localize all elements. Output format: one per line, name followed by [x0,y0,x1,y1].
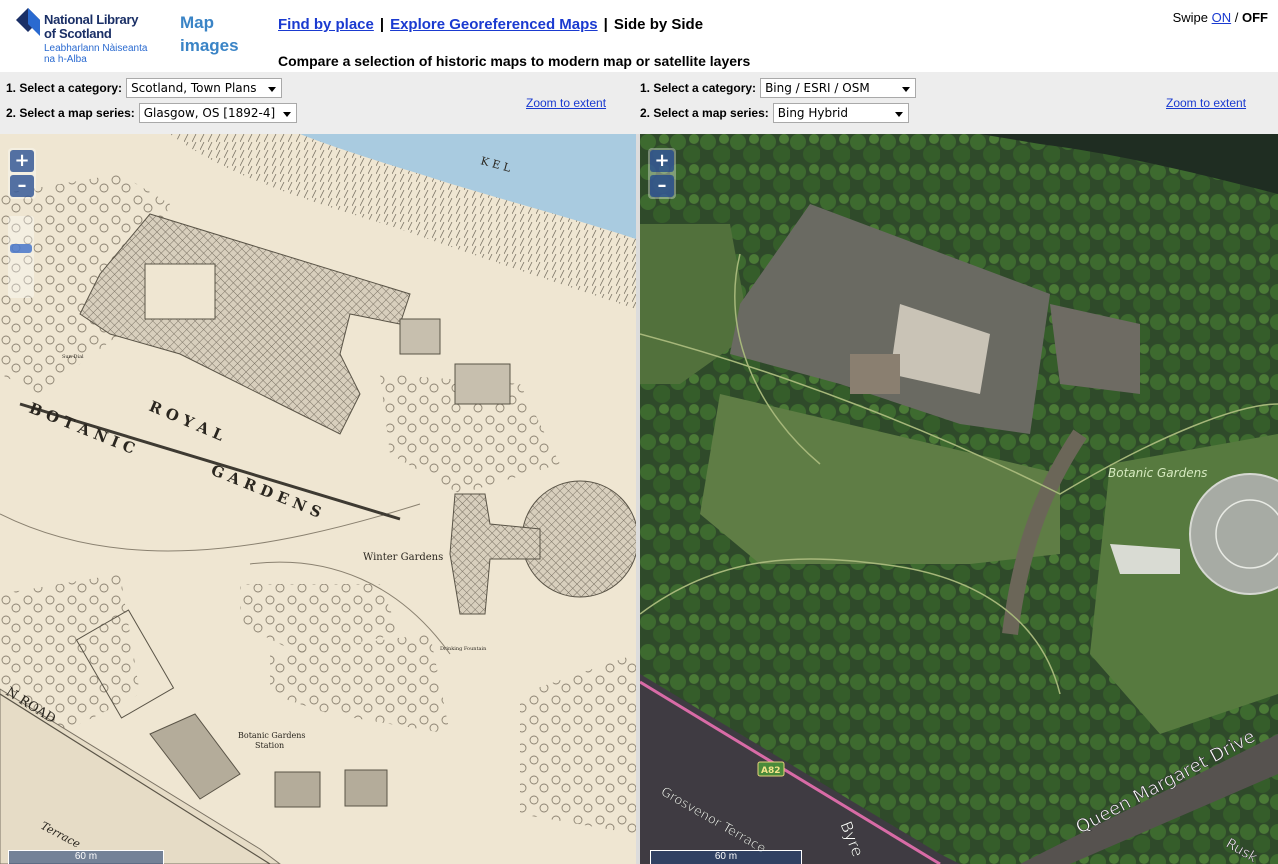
botanic-gardens-label: Botanic Gardens [1108,466,1207,480]
nav-separator: | [379,16,385,33]
swipe-toggle: Swipe ON / OFF [1173,10,1268,25]
swipe-label: Swipe [1172,10,1208,25]
top-navigation: Find by place | Explore Georeferenced Maps… [278,16,703,33]
right-zoom-in-button[interactable]: + [650,150,674,172]
dropdown-arrow-icon [894,112,903,117]
historic-map-viewer[interactable]: R O Y A L B O T A N I C G A R D E N S Wi… [0,134,636,864]
map-images-title-line-1: Map [180,13,214,32]
right-series-row: 2. Select a map series: Bing Hybrid [640,103,909,123]
controls-bar: 1. Select a category: Scotland, Town Pla… [0,72,1278,134]
left-zoom-out-button[interactable]: – [10,175,34,197]
map-images-title[interactable]: Map images [180,11,260,57]
logo-line-2: of Scotland [44,26,112,41]
left-zoom-to-extent-link[interactable]: Zoom to extent [526,96,606,110]
building [399,318,441,355]
right-category-label: 1. Select a category: [640,81,757,95]
modern-map-viewer[interactable]: Botanic Gardens Queen Margaret Drive Gro… [640,134,1278,864]
swipe-on-link[interactable]: ON [1212,10,1232,25]
dropdown-arrow-icon [268,87,277,92]
header: National Library of Scotland Leabharlann… [0,0,1278,72]
nls-logo[interactable]: National Library of Scotland Leabharlann… [14,6,154,66]
station-label-line-1: Botanic Gardens [238,731,306,740]
logo-line-1: National Library [44,12,139,27]
nls-logo-icon [16,8,40,36]
logo-line-3: Leabharlann Nàiseanta [44,43,148,54]
building [344,769,388,807]
right-zoom-out-button[interactable]: – [650,175,674,197]
glasshouse-roof [850,354,900,394]
dropdown-arrow-icon [902,87,911,92]
historic-map-canvas[interactable]: R O Y A L B O T A N I C G A R D E N S Wi… [0,134,636,864]
right-series-label: 2. Select a map series: [640,106,769,120]
winter-gardens-wing [1110,544,1180,574]
dropdown-arrow-icon [282,112,291,117]
right-zoom-to-extent-link[interactable]: Zoom to extent [1166,96,1246,110]
building [274,771,321,808]
right-zoom-control: + – [648,148,676,199]
logo-line-4: na h-Alba [44,54,87,65]
left-series-label: 2. Select a map series: [6,106,135,120]
a82-label: A82 [761,766,781,776]
right-series-select[interactable]: Bing Hybrid [772,103,909,123]
left-series-select[interactable]: Glasgow, OS [1892-4] [138,103,297,123]
right-category-value: Bing / ESRI / OSM [765,81,870,95]
find-by-place-link[interactable]: Find by place [278,16,374,33]
left-zoom-in-button[interactable]: + [10,150,34,172]
left-opacity-slider[interactable] [8,216,34,298]
sun-dial-label: Sun Dial [62,354,84,360]
left-series-value: Glasgow, OS [1892-4] [143,106,276,120]
winter-gardens-label: Winter Gardens [363,552,443,563]
left-category-row: 1. Select a category: Scotland, Town Pla… [6,78,283,98]
left-zoom-control: + – [8,148,36,199]
left-category-value: Scotland, Town Plans [131,81,257,95]
map-images-title-line-2: images [180,36,239,55]
right-category-row: 1. Select a category: Bing / ESRI / OSM [640,78,917,98]
explore-georeferenced-maps-link[interactable]: Explore Georeferenced Maps [390,16,598,33]
page-subtitle: Compare a selection of historic maps to … [278,53,751,69]
building [454,363,511,405]
right-series-value: Bing Hybrid [777,106,848,120]
satellite-map-canvas[interactable]: Botanic Gardens Queen Margaret Drive Gro… [640,134,1278,864]
left-series-row: 2. Select a map series: Glasgow, OS [189… [6,103,297,123]
opacity-slider-handle[interactable] [10,244,32,253]
left-category-select[interactable]: Scotland, Town Plans [126,78,283,98]
left-category-label: 1. Select a category: [6,81,123,95]
side-by-side-current: Side by Side [613,16,704,33]
right-scale-bar: 60 m [650,850,802,864]
swipe-off-current: OFF [1242,10,1268,25]
left-scale-bar: 60 m [8,850,164,864]
glasshouse-court [144,263,216,320]
right-category-select[interactable]: Bing / ESRI / OSM [760,78,917,98]
station-label-line-2: Station [255,741,284,750]
swipe-slash: / [1234,10,1239,25]
nav-separator: | [603,16,608,33]
drinking-fountain-label: Drinking Fountain [440,646,487,652]
